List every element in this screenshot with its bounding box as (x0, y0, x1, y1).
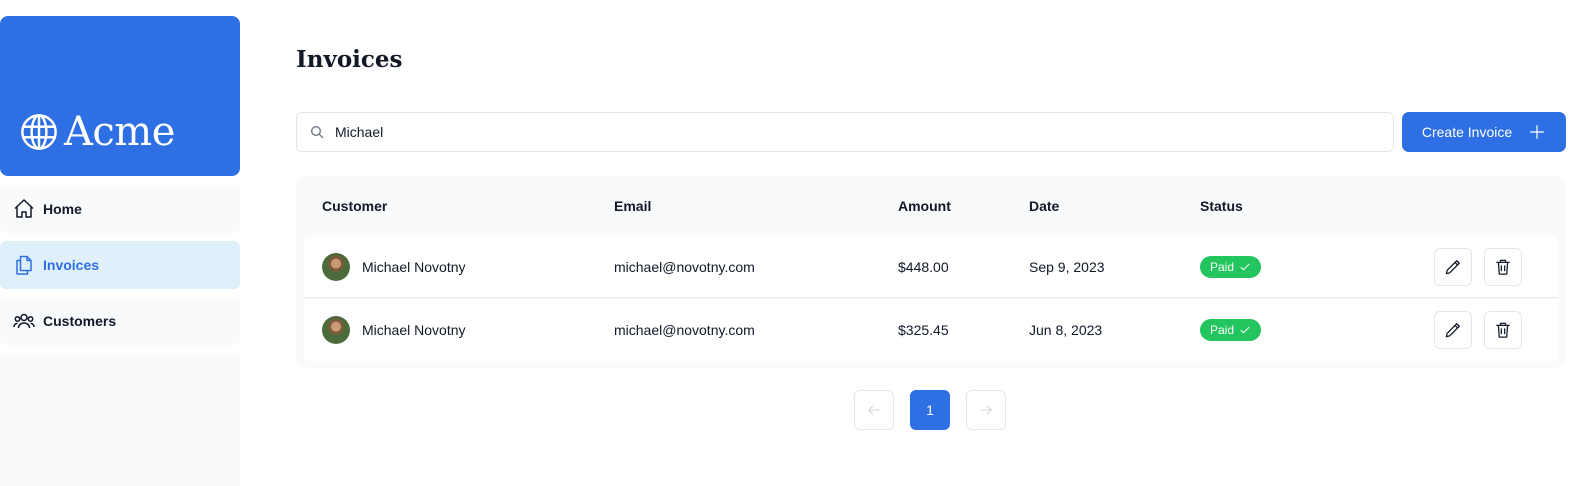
sidebar-item-label: Home (43, 201, 82, 217)
edit-invoice-button[interactable] (1434, 248, 1472, 286)
previous-page-button[interactable] (854, 390, 894, 430)
date-cell: Jun 8, 2023 (1029, 322, 1103, 338)
avatar (322, 253, 350, 281)
column-header-customer: Customer (322, 198, 388, 214)
sidebar-item-home[interactable]: Home (0, 185, 240, 233)
trash-icon (1496, 322, 1510, 338)
delete-invoice-button[interactable] (1484, 248, 1522, 286)
arrow-left-icon (868, 405, 880, 415)
check-icon (1240, 263, 1250, 271)
column-header-date: Date (1029, 198, 1060, 214)
email-cell: michael@novotny.com (614, 259, 755, 275)
logo-panel[interactable]: Acme (0, 16, 240, 176)
avatar (322, 316, 350, 344)
pencil-icon (1445, 323, 1460, 338)
brand-name: Acme (64, 109, 175, 155)
search-input[interactable] (335, 124, 1375, 140)
arrow-right-icon (980, 405, 992, 415)
status-label: Paid (1210, 323, 1235, 337)
pencil-icon (1445, 260, 1460, 275)
sidebar: Acme Home Invoices Customers (0, 16, 240, 486)
home-icon (12, 197, 36, 221)
status-cell: Paid (1200, 236, 1262, 298)
date-cell: Sep 9, 2023 (1029, 259, 1105, 275)
amount-cell: $325.45 (898, 322, 949, 338)
check-icon (1240, 326, 1250, 334)
user-group-icon (12, 309, 36, 333)
trash-icon (1496, 259, 1510, 275)
create-invoice-button[interactable]: Create Invoice (1402, 112, 1566, 152)
status-badge: Paid (1200, 256, 1262, 278)
column-header-status: Status (1200, 198, 1243, 214)
search-bar (296, 112, 1394, 152)
status-label: Paid (1210, 260, 1235, 274)
globe-icon (21, 114, 57, 150)
acme-logo: Acme (18, 111, 175, 153)
plus-icon (1530, 125, 1545, 139)
column-header-amount: Amount (898, 198, 951, 214)
customer-cell: Michael Novotny (322, 236, 466, 298)
invoices-table: Customer Email Amount Date Status Michae… (296, 176, 1566, 368)
email-cell: michael@novotny.com (614, 322, 755, 338)
customer-cell: Michael Novotny (322, 299, 466, 361)
table-row: Michael Novotny michael@novotny.com $448… (304, 236, 1558, 298)
status-badge: Paid (1200, 319, 1262, 341)
create-invoice-label: Create Invoice (1421, 124, 1513, 140)
document-duplicate-icon (12, 253, 36, 277)
sidebar-item-customers[interactable]: Customers (0, 297, 240, 345)
sidebar-item-invoices[interactable]: Invoices (0, 241, 240, 289)
customer-name: Michael Novotny (362, 259, 466, 275)
edit-invoice-button[interactable] (1434, 311, 1472, 349)
search-icon (311, 126, 324, 139)
sidebar-item-label: Customers (43, 313, 117, 329)
delete-invoice-button[interactable] (1484, 311, 1522, 349)
column-header-email: Email (614, 198, 652, 214)
amount-cell: $448.00 (898, 259, 949, 275)
sidebar-item-label: Invoices (43, 257, 100, 273)
next-page-button[interactable] (966, 390, 1006, 430)
status-cell: Paid (1200, 299, 1262, 361)
page-number-button[interactable]: 1 (910, 390, 950, 430)
sidebar-filler (0, 353, 240, 486)
table-row: Michael Novotny michael@novotny.com $325… (304, 299, 1558, 361)
page-title: Invoices (296, 46, 403, 73)
customer-name: Michael Novotny (362, 322, 466, 338)
